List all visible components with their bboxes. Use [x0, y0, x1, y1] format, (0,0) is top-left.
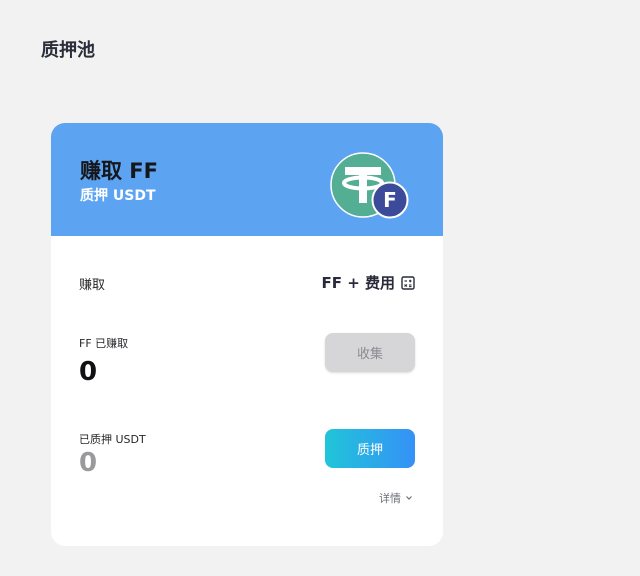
card-subtitle: 质押 USDT [80, 188, 156, 204]
earned-value: 0 [79, 357, 98, 387]
chevron-down-icon [406, 496, 412, 500]
harvest-button[interactable]: 收集 [325, 333, 415, 372]
page-title: 质押池 [41, 40, 95, 61]
staked-label: 已质押 USDT [79, 433, 146, 446]
card-title: 赚取 FF [80, 159, 159, 183]
earn-value-text: FF + 费用 [321, 274, 395, 292]
stake-button[interactable]: 质押 [325, 429, 415, 468]
staked-value: 0 [79, 448, 98, 478]
card-header: 赚取 FF 质押 USDT F [51, 123, 443, 236]
pool-card: 赚取 FF 质押 USDT F 赚取 FF + 费用 FF 已赚取 0 收集 已… [51, 123, 443, 546]
badge-letter: F [383, 188, 397, 212]
details-label: 详情 [379, 492, 401, 505]
details-toggle[interactable]: 详情 [379, 490, 413, 506]
earned-label: FF 已赚取 [79, 337, 129, 350]
earn-value: FF + 费用 [321, 272, 415, 293]
calculator-icon[interactable] [401, 275, 415, 290]
earn-label: 赚取 [79, 278, 106, 293]
ff-token-icon: F [371, 181, 409, 219]
